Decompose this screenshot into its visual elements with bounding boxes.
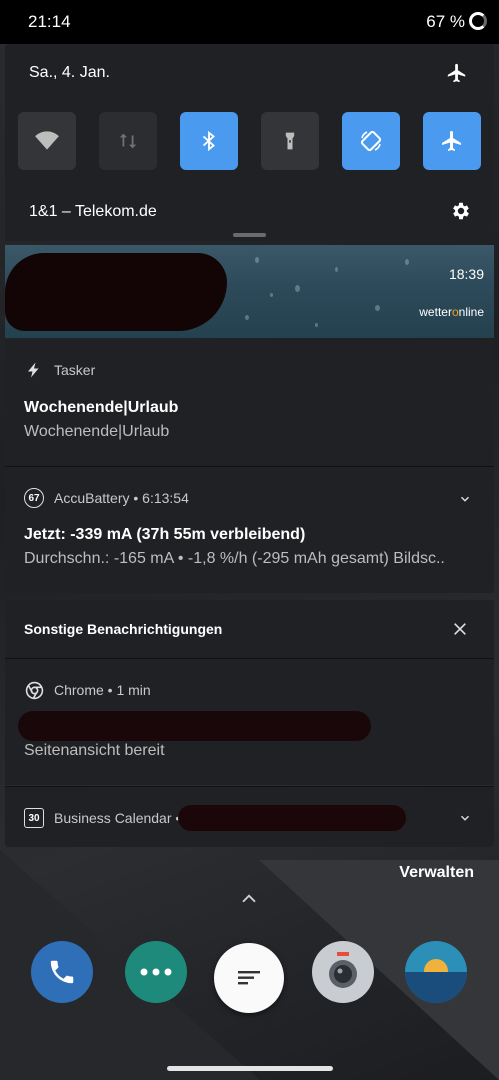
redaction-mark: [5, 253, 227, 331]
expand-chevron-icon[interactable]: [458, 811, 472, 825]
phone-app-icon[interactable]: [31, 941, 93, 1003]
camera-app-icon[interactable]: [312, 941, 374, 1003]
notification-header: Chrome • 1 min: [24, 680, 151, 700]
notification-text: Wochenende|Urlaub: [24, 423, 170, 440]
raindrop: [335, 267, 338, 272]
app-name: AccuBattery • 6:13:54: [54, 490, 189, 506]
airplane-mode-icon: [442, 131, 461, 151]
weather-notification[interactable]: 18:39 wetteronline: [5, 245, 494, 338]
flashlight-tile[interactable]: [261, 112, 319, 170]
quick-settings-panel: Sa., 4. Jan. 1&1 – Telekom.de: [5, 44, 494, 241]
raindrop: [295, 285, 300, 292]
bluetooth-tile[interactable]: [180, 112, 238, 170]
status-time: 21:14: [28, 12, 71, 31]
notification-header: 30 Business Calendar •: [24, 808, 180, 828]
weather-app-icon[interactable]: [405, 941, 467, 1003]
airplane-mode-tile[interactable]: [423, 112, 481, 170]
panel-drag-handle[interactable]: [233, 233, 266, 237]
redaction-mark: [18, 711, 371, 741]
bluetooth-icon: [202, 130, 215, 152]
accubattery-notification[interactable]: 67 AccuBattery • 6:13:54 Jetzt: -339 mA …: [5, 467, 494, 593]
close-icon[interactable]: [452, 621, 468, 637]
notification-text: Seitenansicht bereit: [24, 742, 165, 759]
raindrop: [270, 293, 273, 297]
group-title: Sonstige Benachrichtigungen: [24, 621, 223, 637]
battery-ring-icon: [469, 12, 487, 30]
quick-tiles-row: [18, 112, 484, 170]
tasker-bolt-icon: [24, 360, 44, 380]
notification-header: 67 AccuBattery • 6:13:54: [24, 488, 189, 508]
wetteronline-logo: wetteronline: [419, 305, 484, 319]
mobile-data-tile[interactable]: [99, 112, 157, 170]
redaction-mark: [178, 805, 406, 831]
carrier-label: 1&1 – Telekom.de: [29, 203, 157, 220]
tasker-notification[interactable]: Tasker Wochenende|Urlaub Wochenende|Urla…: [5, 340, 494, 466]
app-name: Business Calendar •: [54, 810, 181, 826]
calendar-icon: 30: [24, 808, 44, 828]
notification-group-header: Sonstige Benachrichtigungen: [5, 600, 494, 658]
date-label: Sa., 4. Jan.: [29, 64, 110, 81]
status-bar: 21:14 67 %: [0, 0, 499, 44]
raindrop: [255, 257, 259, 263]
airplane-mode-icon: [447, 63, 466, 83]
app-name: Tasker: [54, 362, 96, 378]
notification-header: Tasker: [24, 360, 95, 380]
app-drawer-chevron-icon[interactable]: [240, 891, 258, 905]
raindrop: [405, 259, 409, 265]
manage-notifications-button[interactable]: Verwalten: [399, 864, 474, 882]
notification-title: Wochenende|Urlaub: [24, 399, 179, 416]
notes-app-icon[interactable]: [214, 943, 284, 1013]
settings-gear-icon[interactable]: [450, 200, 472, 222]
app-name: Chrome • 1 min: [54, 682, 151, 698]
raindrop: [375, 305, 380, 311]
auto-rotate-icon: [360, 130, 382, 152]
flashlight-icon: [285, 132, 295, 150]
raindrop: [315, 323, 318, 327]
chrome-icon: [24, 680, 44, 700]
accubattery-icon: 67: [24, 488, 44, 508]
weather-time: 18:39: [448, 266, 484, 282]
messages-app-icon[interactable]: [125, 941, 187, 1003]
notification-text: Durchschn.: -165 mA • -1,8 %/h (-295 mAh…: [24, 550, 445, 567]
raindrop: [245, 315, 249, 320]
battery-percentage: 67 %: [426, 12, 465, 31]
auto-rotate-tile[interactable]: [342, 112, 400, 170]
notification-title: Jetzt: -339 mA (37h 55m verbleibend): [24, 526, 306, 543]
gesture-navigation-bar[interactable]: [167, 1066, 333, 1071]
wifi-tile[interactable]: [18, 112, 76, 170]
expand-chevron-icon[interactable]: [458, 492, 472, 506]
mobile-data-icon: [119, 133, 137, 149]
wifi-icon: [35, 131, 59, 150]
